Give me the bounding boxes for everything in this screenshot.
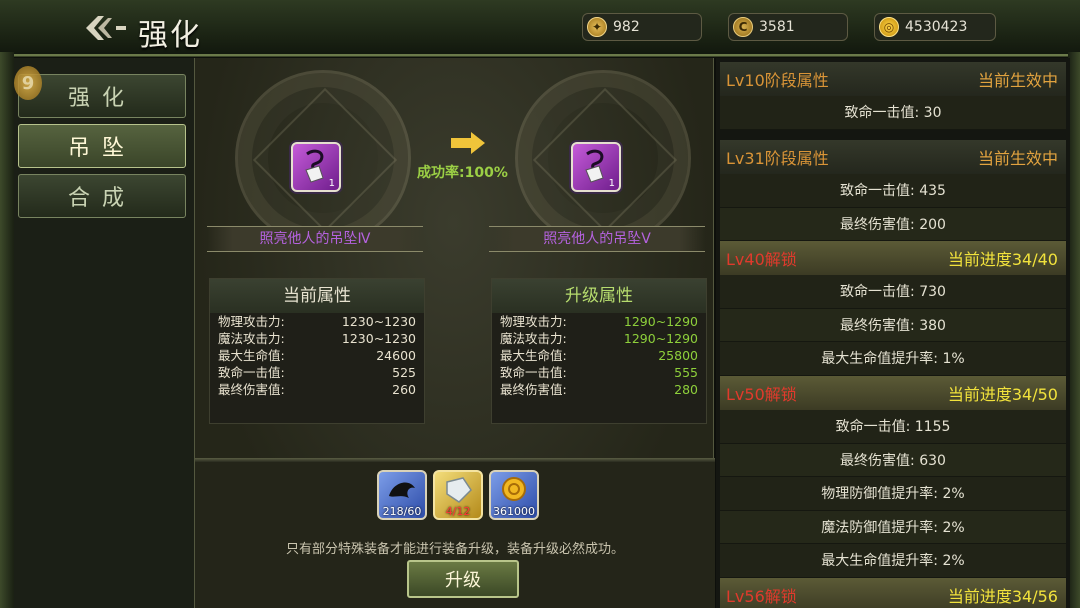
item-count: 1: [608, 178, 615, 189]
stage-row: 致命一击值: 30: [720, 96, 1066, 130]
nav-tab-enhance[interactable]: 强化: [18, 74, 186, 118]
current-pendant-slot[interactable]: 1: [291, 142, 341, 192]
stage-section: Lv10阶段属性 当前生效中 致命一击值: 30: [720, 62, 1066, 130]
stage-level: Lv31阶段属性: [726, 149, 829, 168]
currency-c: C 3581: [728, 13, 848, 41]
stage-row: 最大生命值提升率: 2%: [720, 544, 1066, 578]
stage-level: Lv50解锁: [726, 385, 797, 404]
page-title: 强化: [138, 18, 202, 53]
level-badge: 9: [14, 66, 42, 100]
attr-row: 致命一击值: 555: [500, 365, 698, 380]
stage-status: 当前进度34/50: [947, 385, 1058, 404]
stage-header: Lv40解锁 当前进度34/40: [720, 241, 1066, 275]
stage-status: 当前生效中: [977, 149, 1058, 168]
current-item-name: 照亮他人的吊坠Ⅳ: [207, 226, 423, 252]
gold-coin-material-icon: [502, 477, 526, 501]
stage-row: 致命一击值: 435: [720, 174, 1066, 208]
currency-gold-value: 4530423: [905, 19, 968, 35]
stage-row: 最终伤害值: 200: [720, 207, 1066, 241]
material-slot-gold[interactable]: 361000: [489, 470, 539, 520]
stage-section: Lv40解锁 当前进度34/40 致命一击值: 730 最终伤害值: 380 最…: [720, 241, 1066, 376]
attr-row: 最大生命值: 24600: [218, 348, 416, 363]
attr-row: 魔法攻击力: 1230~1230: [218, 331, 416, 346]
dark-beast-material-icon: [389, 482, 415, 498]
currency-c-value: 3581: [759, 19, 795, 35]
current-attributes: 当前属性 物理攻击力: 1230~1230 魔法攻击力: 1230~1230 最大生…: [209, 278, 425, 424]
stage-status: 当前进度34/56: [947, 587, 1058, 606]
item-count: 1: [328, 178, 335, 189]
stage-row: 最终伤害值: 630: [720, 443, 1066, 477]
stage-status: 当前生效中: [977, 71, 1058, 90]
stage-row: 致命一击值: 730: [720, 275, 1066, 309]
c-coin-icon: C: [733, 17, 753, 37]
upgrade-attributes: 升级属性 物理攻击力: 1290~1290 魔法攻击力: 1290~1290 最大生…: [491, 278, 707, 424]
currency-gold: ◎ 4530423: [874, 13, 996, 41]
upgrade-notice: 只有部分特殊装备才能进行装备升级，装备升级必然成功。: [285, 542, 624, 557]
nav-tab-synthesis[interactable]: 合成: [18, 174, 186, 218]
currency-gem-value: 982: [613, 19, 640, 35]
stage-status: 当前进度34/40: [947, 250, 1058, 269]
stage-row: 致命一击值: 1155: [720, 410, 1066, 444]
upgrade-button[interactable]: 升级: [407, 560, 519, 598]
side-nav: 强化 吊坠 合成 9: [14, 58, 194, 608]
stage-row: 最大生命值提升率: 1%: [720, 342, 1066, 376]
stage-row: 最终伤害值: 380: [720, 308, 1066, 342]
arrow-right-icon: [451, 132, 485, 154]
stage-row: 魔法防御值提升率: 2%: [720, 510, 1066, 544]
attr-row: 最终伤害值: 260: [218, 382, 416, 397]
attr-row: 物理攻击力: 1290~1290: [500, 314, 698, 329]
materials-area: 218/60 4/12 361000 只有部分特殊装备才能进行装备升级，装备升级…: [195, 462, 715, 608]
stage-row: 物理防御值提升率: 2%: [720, 477, 1066, 511]
stage-section: Lv31阶段属性 当前生效中 致命一击值: 435 最终伤害值: 200: [720, 140, 1066, 241]
stage-header: Lv31阶段属性 当前生效中: [720, 140, 1066, 174]
stage-header: Lv50解锁 当前进度34/50: [720, 376, 1066, 410]
top-bar: 强化 ✦ 982 C 3581 ◎ 4530423: [0, 0, 1080, 57]
material-count: 218/60: [382, 505, 422, 518]
stage-header: Lv56解锁 当前进度34/56: [720, 578, 1066, 608]
frame-left: [0, 52, 14, 608]
attr-row: 魔法攻击力: 1290~1290: [500, 331, 698, 346]
nav-tab-pendant[interactable]: 吊坠: [18, 124, 186, 168]
attr-row: 最大生命值: 25800: [500, 348, 698, 363]
stage-attributes-list[interactable]: Lv10阶段属性 当前生效中 致命一击值: 30 Lv31阶段属性 当前生效中 …: [716, 58, 1070, 608]
crystal-material-icon: [446, 477, 472, 503]
material-count: 361000: [493, 505, 535, 518]
attr-row: 最终伤害值: 280: [500, 382, 698, 397]
material-slot-crystal[interactable]: 4/12: [433, 470, 483, 520]
material-slot-beast[interactable]: 218/60: [377, 470, 427, 520]
next-pendant-slot[interactable]: 1: [571, 142, 621, 192]
stage-section: Lv56解锁 当前进度34/56: [720, 578, 1066, 608]
gold-coin-icon: ◎: [879, 17, 899, 37]
back-arrow-icon[interactable]: [82, 12, 132, 44]
attr-row: 致命一击值: 525: [218, 365, 416, 380]
attr-row: 物理攻击力: 1230~1230: [218, 314, 416, 329]
success-rate: 成功率:100%: [417, 165, 508, 181]
upgrade-attributes-title: 升级属性: [492, 279, 706, 313]
currency-gem: ✦ 982: [582, 13, 702, 41]
next-item-name: 照亮他人的吊坠Ⅴ: [489, 226, 705, 252]
stage-level: Lv56解锁: [726, 587, 797, 606]
material-count: 4/12: [445, 505, 471, 518]
upgrade-panel: 1 成功率:100% 1 照亮他人的吊坠Ⅳ 照亮他人的吊坠Ⅴ 当前属性 物理攻击…: [194, 58, 715, 608]
stage-level: Lv10阶段属性: [726, 71, 829, 90]
gold-gem-coin-icon: ✦: [587, 17, 607, 37]
current-attributes-title: 当前属性: [210, 279, 424, 313]
stage-header: Lv10阶段属性 当前生效中: [720, 62, 1066, 96]
stage-level: Lv40解锁: [726, 250, 797, 269]
stage-section: Lv50解锁 当前进度34/50 致命一击值: 1155 最终伤害值: 630 …: [720, 376, 1066, 578]
